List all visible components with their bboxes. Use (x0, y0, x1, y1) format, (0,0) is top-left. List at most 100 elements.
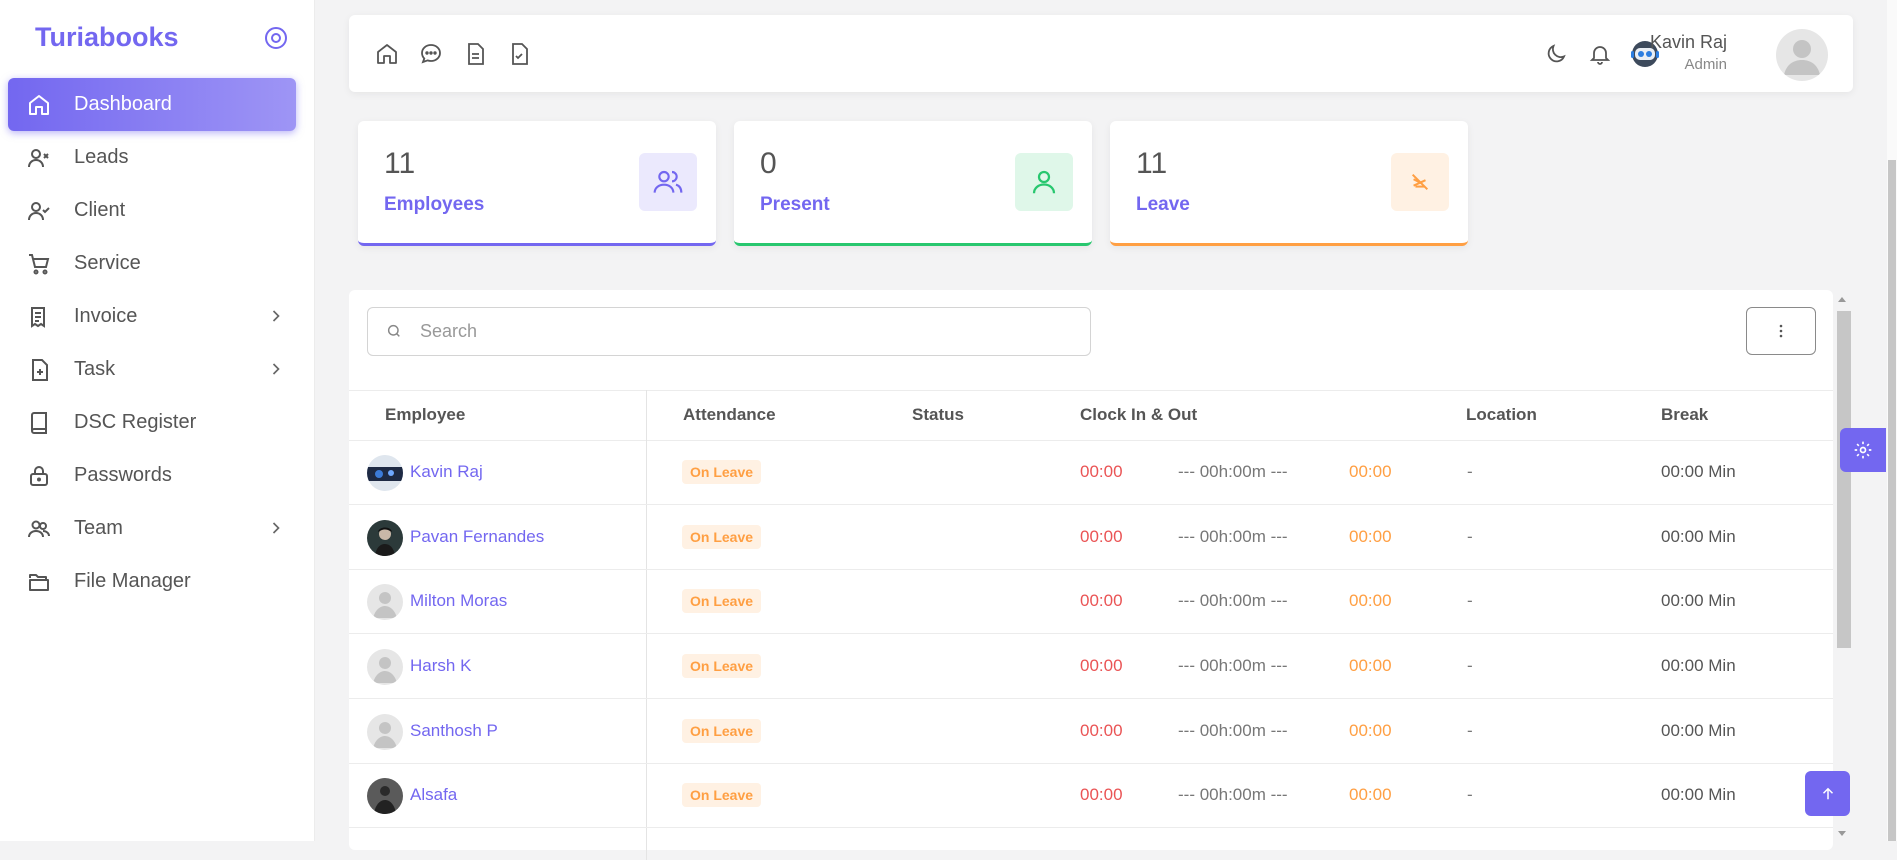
sidebar-item-label: Dashboard (74, 93, 172, 115)
stat-label: Employees (384, 194, 485, 215)
document-icon[interactable] (463, 42, 487, 66)
user-avatar[interactable] (1776, 29, 1828, 81)
sidebar-item-client[interactable]: Client (8, 184, 296, 237)
employee-name-link[interactable]: Alsafa (410, 785, 457, 805)
sidebar-item-task[interactable]: Task (8, 343, 296, 396)
worked-duration: --- 00h:00m --- (1178, 591, 1288, 610)
break-value: 00:00 Min (1661, 591, 1736, 610)
chat-icon[interactable] (419, 42, 443, 66)
stat-card-leave[interactable]: 11 Leave (1110, 121, 1468, 246)
search-box[interactable] (367, 307, 1091, 356)
chevron-right-icon (266, 306, 286, 326)
break-value: 00:00 Min (1661, 462, 1736, 481)
users-icon (639, 153, 697, 211)
sidebar-item-label: Team (74, 517, 123, 539)
home-icon[interactable] (375, 42, 399, 66)
file-plus-icon (27, 358, 51, 382)
attendance-badge: On Leave (682, 525, 762, 549)
sidebar: Turiabooks Dashboard Leads Client Servic… (0, 0, 315, 841)
clock-out-time: 00:00 (1349, 721, 1392, 740)
file-check-icon[interactable] (507, 42, 531, 66)
break-value: 00:00 Min (1661, 785, 1736, 804)
user-check-icon (27, 199, 51, 223)
column-header-attendance[interactable]: Attendance (683, 405, 776, 425)
location-value: - (1467, 721, 1473, 740)
table-scrollbar-thumb[interactable] (1837, 311, 1851, 648)
stat-card-present[interactable]: 0 Present (734, 121, 1092, 246)
attendance-badge: On Leave (682, 783, 762, 807)
user-icon (1015, 153, 1073, 211)
sidebar-item-invoice[interactable]: Invoice (8, 290, 296, 343)
employee-name-link[interactable]: Milton Moras (410, 591, 507, 611)
stat-label: Present (760, 194, 830, 215)
attendance-table-panel: Employee Attendance Status Clock In & Ou… (349, 290, 1833, 860)
location-value: - (1467, 785, 1473, 804)
top-navbar: Kavin Raj Admin (349, 15, 1853, 92)
sidebar-item-passwords[interactable]: Passwords (8, 449, 296, 502)
location-value: - (1467, 462, 1473, 481)
worked-duration: --- 00h:00m --- (1178, 462, 1288, 481)
location-value: - (1467, 591, 1473, 610)
employee-name-link[interactable]: Pavan Fernandes (410, 527, 544, 547)
gear-icon (1853, 440, 1873, 460)
sidebar-menu: Dashboard Leads Client Service Invoice T… (8, 78, 296, 608)
employee-name-link[interactable]: Harsh K (410, 656, 471, 676)
clock-out-time: 00:00 (1349, 785, 1392, 804)
employee-avatar (367, 584, 403, 620)
stat-value: 11 (1136, 147, 1168, 180)
search-input[interactable] (418, 316, 1062, 346)
break-value: 00:00 Min (1661, 721, 1736, 740)
sidebar-item-dsc-register[interactable]: DSC Register (8, 396, 296, 449)
receipt-icon (27, 305, 51, 329)
sidebar-toggle-icon[interactable] (264, 26, 288, 50)
sidebar-item-file-manager[interactable]: File Manager (8, 555, 296, 608)
column-header-break[interactable]: Break (1661, 405, 1708, 425)
page-scrollbar-thumb[interactable] (1888, 160, 1896, 841)
home-icon (27, 93, 51, 117)
scroll-to-top-button[interactable] (1805, 771, 1850, 816)
clock-out-time: 00:00 (1349, 462, 1392, 481)
chevron-right-icon (266, 518, 286, 538)
clock-in-time: 00:00 (1080, 785, 1123, 804)
table-header: Employee Attendance Status Clock In & Ou… (349, 390, 1833, 441)
brand-logo[interactable]: Turiabooks (35, 22, 179, 53)
table-row[interactable]: Milton Moras On Leave 00:00 --- 00h:00m … (349, 569, 1833, 634)
stat-value: 0 (760, 147, 777, 180)
sidebar-item-label: Passwords (74, 464, 172, 486)
sidebar-item-service[interactable]: Service (8, 237, 296, 290)
sidebar-item-leads[interactable]: Leads (8, 131, 296, 184)
theme-settings-button[interactable] (1840, 428, 1886, 472)
table-row[interactable]: Santhosh P On Leave 00:00 --- 00h:00m --… (349, 699, 1833, 764)
clock-out-time: 00:00 (1349, 656, 1392, 675)
employee-name-link[interactable]: Santhosh P (410, 721, 498, 741)
lock-icon (27, 464, 51, 488)
table-row[interactable]: Kavin Raj On Leave 00:00 --- 00h:00m ---… (349, 440, 1833, 505)
book-icon (27, 411, 51, 435)
column-header-clock-in-out[interactable]: Clock In & Out (1080, 405, 1197, 425)
sidebar-item-team[interactable]: Team (8, 502, 296, 555)
table-row[interactable]: Harsh K On Leave 00:00 --- 00h:00m --- 0… (349, 634, 1833, 699)
column-header-employee[interactable]: Employee (385, 405, 465, 425)
bell-icon[interactable] (1588, 42, 1612, 66)
employee-avatar (367, 778, 403, 814)
user-x-icon (27, 146, 51, 170)
folder-icon (27, 570, 51, 594)
employee-avatar (367, 714, 403, 750)
moon-icon[interactable] (1544, 42, 1568, 66)
sidebar-item-label: Invoice (74, 305, 138, 327)
user-role: Admin (1684, 56, 1727, 73)
sidebar-item-dashboard[interactable]: Dashboard (8, 78, 296, 131)
more-options-button[interactable] (1746, 307, 1816, 355)
table-row[interactable]: Alsafa On Leave 00:00 --- 00h:00m --- 00… (349, 763, 1833, 828)
users-icon (27, 517, 51, 541)
employee-name-link[interactable]: Kavin Raj (410, 462, 483, 482)
column-header-status[interactable]: Status (912, 405, 964, 425)
more-vertical-icon (1778, 323, 1784, 339)
search-icon (386, 323, 402, 339)
column-header-location[interactable]: Location (1466, 405, 1537, 425)
sidebar-item-label: Service (74, 252, 141, 274)
stat-card-employees[interactable]: 11 Employees (358, 121, 716, 246)
employee-avatar (367, 455, 403, 491)
arrow-up-icon (1819, 785, 1837, 803)
table-row[interactable]: Pavan Fernandes On Leave 00:00 --- 00h:0… (349, 505, 1833, 570)
